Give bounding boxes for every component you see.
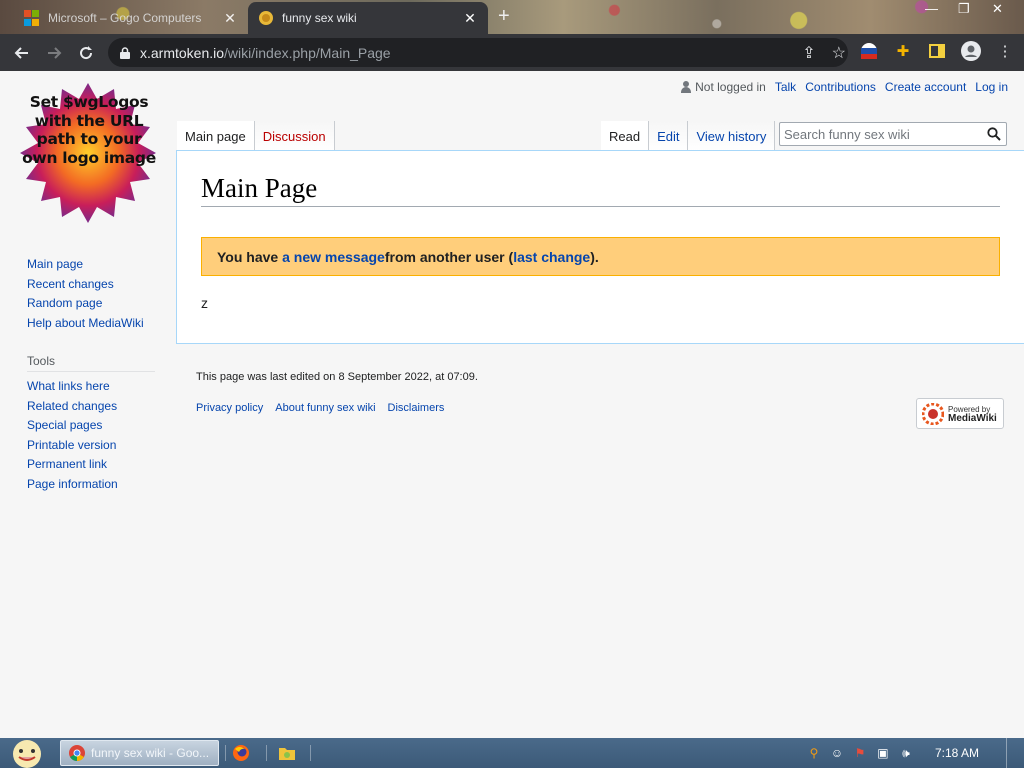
new-tab-button[interactable]: + — [498, 6, 510, 26]
back-arrow-icon[interactable] — [6, 37, 38, 69]
last-change-link[interactable]: last change — [513, 249, 590, 265]
show-desktop-button[interactable] — [1006, 738, 1014, 768]
taskbar-separator — [310, 745, 311, 761]
search-placeholder: Search funny sex wiki — [784, 126, 910, 142]
content-area: Main Page You have a new message from an… — [176, 150, 1024, 344]
new-message-notice: You have a new message from another user… — [201, 237, 1000, 276]
talk-link[interactable]: Talk — [775, 80, 796, 94]
url-host: x.armtoken.io — [140, 44, 225, 61]
taskbar-chrome-label: funny sex wiki - Goo... — [91, 746, 210, 760]
network-icon[interactable]: ▣ — [875, 745, 891, 761]
close-tab-icon[interactable]: ✕ — [462, 10, 478, 27]
start-button-icon[interactable] — [7, 738, 47, 768]
action-center-flag-icon[interactable]: ⚑ — [852, 745, 868, 761]
create-account-link[interactable]: Create account — [885, 80, 966, 94]
namespace-tabs: Main page Discussion — [177, 121, 335, 151]
notice-text: from another user ( — [384, 248, 514, 265]
clock[interactable]: 7:18 AM — [935, 746, 979, 760]
user-icon — [681, 81, 692, 93]
close-tab-icon[interactable]: ✕ — [222, 10, 238, 27]
footer-links: Privacy policy About funny sex wiki Disc… — [196, 402, 444, 414]
disclaimers-link[interactable]: Disclaimers — [388, 402, 445, 414]
forward-arrow-icon[interactable] — [38, 37, 70, 69]
notice-text: You have — [217, 248, 279, 265]
minimize-icon[interactable]: — — [925, 1, 938, 16]
wiki-page: Set $wgLogos with the URL path to your o… — [0, 71, 1024, 738]
address-bar[interactable]: x.armtoken.io/wiki/index.php/Main_Page — [108, 38, 848, 67]
taskbar-file-explorer[interactable] — [278, 740, 300, 766]
sidebar-item-main-page[interactable]: Main page — [27, 256, 155, 276]
sidebar-item-random-page[interactable]: Random page — [27, 295, 155, 315]
tab-title: funny sex wiki — [282, 11, 357, 25]
tab-edit[interactable]: Edit — [649, 121, 689, 151]
last-edited-info: This page was last edited on 8 September… — [196, 371, 478, 383]
personal-tools: Not logged in Talk Contributions Create … — [681, 80, 1008, 94]
url-path: /wiki/index.php/Main_Page — [224, 44, 391, 61]
browser-toolbar: x.armtoken.io/wiki/index.php/Main_Page ⇪… — [0, 34, 1024, 71]
powered-by-mediawiki-badge[interactable]: Powered by MediaWiki — [916, 398, 1004, 429]
mediawiki-logo-icon — [922, 402, 944, 425]
share-icon[interactable]: ⇪ — [802, 43, 815, 63]
search-icon[interactable] — [987, 127, 1001, 141]
login-status: Not logged in — [695, 80, 766, 94]
extensions-puzzle-icon[interactable]: ✚ — [892, 40, 914, 62]
side-panel-icon[interactable] — [926, 40, 948, 62]
sidebar-item-what-links-here[interactable]: What links here — [27, 378, 155, 398]
page-title: Main Page — [201, 173, 1000, 207]
notice-text: ). — [590, 248, 599, 265]
profile-flag-icon[interactable] — [858, 40, 880, 62]
page-body: z — [201, 295, 208, 311]
tools-heading: Tools — [27, 354, 155, 372]
wiki-favicon-icon — [259, 11, 273, 25]
sidebar-item-help[interactable]: Help about MediaWiki — [27, 315, 155, 335]
tab-view-history[interactable]: View history — [688, 121, 776, 151]
microsoft-logo-icon — [24, 10, 40, 26]
restore-icon[interactable]: ❐ — [958, 1, 970, 17]
log-in-link[interactable]: Log in — [975, 80, 1008, 94]
about-link[interactable]: About funny sex wiki — [275, 402, 375, 414]
chrome-icon — [69, 745, 85, 761]
tab-main-page[interactable]: Main page — [177, 121, 255, 151]
search-input[interactable]: Search funny sex wiki — [779, 122, 1007, 146]
mediawiki-text: MediaWiki — [948, 412, 997, 424]
new-message-link[interactable]: a new message — [282, 249, 385, 265]
menu-kebab-icon[interactable]: ⋮ — [994, 40, 1016, 62]
sidebar-item-recent-changes[interactable]: Recent changes — [27, 276, 155, 296]
sidebar-item-page-information[interactable]: Page information — [27, 476, 155, 496]
sidebar-item-special-pages[interactable]: Special pages — [27, 417, 155, 437]
folder-icon — [279, 748, 295, 760]
account-avatar-icon[interactable] — [960, 40, 982, 62]
taskbar-separator — [266, 745, 267, 761]
tab-funny-sex-wiki[interactable]: funny sex wiki ✕ — [248, 2, 488, 34]
sidebar-item-permanent-link[interactable]: Permanent link — [27, 456, 155, 476]
lock-icon — [120, 46, 130, 59]
sidebar-item-related-changes[interactable]: Related changes — [27, 398, 155, 418]
tab-title: Microsoft – Gogo Computers — [48, 11, 202, 25]
bookmark-star-icon[interactable]: ☆ — [832, 43, 846, 63]
close-window-icon[interactable]: ✕ — [992, 1, 1003, 17]
tab-microsoft[interactable]: Microsoft – Gogo Computers ✕ — [14, 2, 248, 34]
tab-discussion[interactable]: Discussion — [254, 121, 335, 151]
tab-strip: Microsoft – Gogo Computers ✕ funny sex w… — [0, 0, 1024, 34]
contributions-link[interactable]: Contributions — [805, 80, 876, 94]
tab-read[interactable]: Read — [601, 121, 650, 151]
privacy-policy-link[interactable]: Privacy policy — [196, 402, 263, 414]
taskbar-firefox[interactable] — [232, 740, 254, 766]
taskbar-chrome-window[interactable]: funny sex wiki - Goo... — [60, 740, 219, 766]
sidebar: Main page Recent changes Random page Hel… — [27, 256, 155, 495]
volume-icon[interactable]: 🕪 — [898, 745, 914, 761]
firefox-icon — [233, 745, 249, 761]
search-tray-icon[interactable]: ⚲ — [806, 745, 822, 761]
taskbar-separator — [225, 745, 226, 761]
logo-text: Set $wgLogos with the URL path to your o… — [22, 93, 156, 167]
taskbar: funny sex wiki - Goo... ⚲ ☺ ⚑ ▣ 🕪 7:18 A… — [0, 738, 1024, 768]
sidebar-item-printable-version[interactable]: Printable version — [27, 437, 155, 457]
view-tabs: Read Edit View history — [601, 121, 776, 151]
emoji-tray-icon[interactable]: ☺ — [829, 745, 845, 761]
system-tray: ⚲ ☺ ⚑ ▣ 🕪 7:18 AM — [806, 738, 1024, 768]
reload-icon[interactable] — [70, 37, 102, 69]
